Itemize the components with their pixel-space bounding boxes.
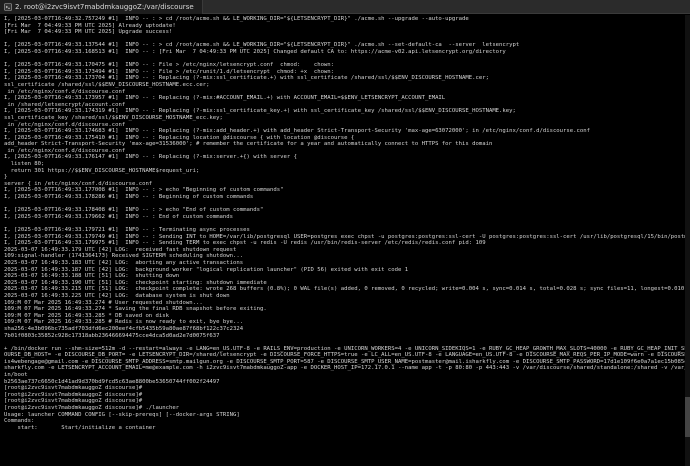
terminal-line: server { in /etc/nginx/conf.d/discourse.… — [4, 180, 153, 187]
terminal-line: in /etc/nginx/conf.d/discourse.conf — [4, 88, 126, 95]
terminal-line: sharkfly.com -e LETSENCRYPT_ACCOUNT_EMAI… — [4, 365, 690, 372]
terminal-line: 2025-03-07 16:49:33.187 UTC [42] LOG: ba… — [4, 266, 409, 273]
terminal-line: I, [2025-03-07T16:49:33.174319 #1] INFO … — [4, 108, 516, 115]
terminal-line: I, [2025-03-07T16:49:33.179749 #1] INFO … — [4, 233, 690, 240]
terminal-line: [Fri Mar 7 04:49:33 PM UTC 2025] Already… — [4, 22, 176, 29]
terminal-line: [root@i2zvc9isvt7mabdmkauggoZ discourse]… — [4, 405, 180, 412]
terminal-line: 2025-03-07 16:49:33.183 UTC [42] LOG: ab… — [4, 259, 244, 266]
terminal-line: I, [2025-03-07T16:49:32.757249 #1] INFO … — [4, 16, 469, 22]
terminal-line: [root@i2zvc9isvt7mabdmkauggoZ discourse]… — [4, 391, 143, 398]
terminal-line: in /shared/letsencrypt/account.conf — [4, 101, 126, 108]
terminal-line: 109:M 07 Mar 2025 16:49:33.274 # User re… — [4, 299, 203, 306]
terminal-line: 109:M 07 Mar 2025 16:49:33.285 # Redis i… — [4, 319, 244, 326]
terminal-line: OURSE_DB_HOST= -e DISCOURSE_DB_PORT= -e … — [4, 352, 690, 359]
terminal-line: [root@i2zvc9isvt7mabdmkauggoZ discourse]… — [4, 385, 143, 392]
terminal-line: I, [2025-03-07T16:49:33.173494 #1] INFO … — [4, 68, 335, 75]
terminal-line: 109:M 07 Mar 2025 16:49:33.274 * Saving … — [4, 306, 267, 313]
terminal-line: I, [2025-03-07T16:49:33.170475 #1] INFO … — [4, 62, 335, 69]
terminal-line: Usage: launcher COMMAND CONFIG [--skip-p… — [4, 411, 240, 418]
terminal-line: 2025-03-07 16:49:33.225 UTC [42] LOG: da… — [4, 292, 230, 299]
terminal-output[interactable]: I, [2025-03-07T16:49:32.757249 #1] INFO … — [0, 15, 690, 466]
terminal-tab[interactable]: 2. root@i2zvc9isvt7mabdmkauggoZ:/var/dis… — [0, 0, 203, 14]
terminal-line: 109:M 07 Mar 2025 16:49:33.285 * DB save… — [4, 312, 170, 319]
terminal-line: in /etc/nginx/conf.d/discourse.conf — [4, 147, 126, 154]
terminal-line: Commands: — [4, 418, 35, 425]
terminal-line: I, [2025-03-07T16:49:33.179721 #1] INFO … — [4, 227, 250, 233]
terminal-line: 109:signal-handler (1741364173) Received… — [4, 253, 244, 260]
tab-label: 2. root@i2zvc9isvt7mabdmkauggoZ:/var/dis… — [15, 2, 194, 11]
terminal-line: I, [2025-03-07T16:49:33.137544 #1] INFO … — [4, 42, 520, 49]
terminal-line: I, [2025-03-07T16:49:33.175410 #1] INFO … — [4, 134, 355, 141]
terminal-line: ssl_certificate /shared/ssl/$$ENV_DISCOU… — [4, 81, 210, 88]
terminal-line: I, [2025-03-07T16:49:33.177008 #1] INFO … — [4, 187, 284, 194]
terminal-icon — [4, 2, 12, 11]
terminal-line: [root@i2zvc9isvt7mabdmkauggoZ discourse]… — [4, 398, 143, 405]
terminal-line: ssl_certificate_key /shared/ssl/$$ENV_DI… — [4, 114, 223, 121]
terminal-line: I, [2025-03-07T16:49:33.174683 #1] INFO … — [4, 128, 590, 135]
terminal-line: 2025-03-07 16:49:33.188 UTC [51] LOG: sh… — [4, 273, 180, 280]
terminal-line: 2025-03-07 16:49:33.179 UTC [42] LOG: re… — [4, 246, 237, 253]
terminal-line: in/boot — [4, 372, 28, 379]
terminal-line: I, [2025-03-07T16:49:33.168513 #1] INFO … — [4, 48, 506, 55]
terminal-line: I, [2025-03-07T16:49:33.179975 #1] INFO … — [4, 240, 486, 247]
terminal-line: return 301 https://$$ENV_DISCOURSE_HOSTN… — [4, 167, 200, 174]
terminal-line: b2563ae737c6650c1d41ad9d370bd9fcd5c63ae8… — [4, 378, 220, 385]
terminal-line: is4webengage@gmail.com -e DISCOURSE_SMTP… — [4, 358, 690, 365]
terminal-line: + /bin/docker run --shm-size=512m -d --r… — [4, 345, 690, 352]
terminal-line: sha256:4e3b096bc735adf703dfd6ec200eef4cf… — [4, 325, 244, 332]
terminal-line: 2025-03-07 16:49:33.215 UTC [51] LOG: ch… — [4, 286, 690, 293]
terminal-line: I, [2025-03-07T16:49:33.173957 #1] INFO … — [4, 95, 446, 102]
tab-bar: 2. root@i2zvc9isvt7mabdmkauggoZ:/var/dis… — [0, 0, 690, 14]
terminal-line: 7b01f0803c35852c928c17318abb236466694475… — [4, 332, 220, 339]
terminal-line: I, [2025-03-07T16:49:33.179662 #1] INFO … — [4, 213, 234, 220]
terminal-line: add_header Strict-Transport-Security 'ma… — [4, 141, 493, 148]
terminal-line: I, [2025-03-07T16:49:33.173704 #1] INFO … — [4, 75, 489, 82]
terminal-line: } — [4, 174, 8, 181]
terminal-line: listen 80; — [4, 161, 45, 168]
terminal-line: start: Start/initialize a container — [4, 424, 156, 431]
scrollbar-thumb[interactable] — [685, 397, 690, 437]
terminal-line: I, [2025-03-07T16:49:33.178286 #1] INFO … — [4, 194, 254, 201]
terminal-line: I, [2025-03-07T16:49:33.178408 #1] INFO … — [4, 207, 264, 214]
terminal-line: [Fri Mar 7 04:49:33 PM UTC 2025] Upgrade… — [4, 29, 173, 36]
terminal-line: I, [2025-03-07T16:49:33.176147 #1] INFO … — [4, 154, 297, 161]
terminal-scrollbar[interactable] — [685, 15, 690, 466]
terminal-line: in /etc/nginx/conf.d/discourse.conf — [4, 121, 126, 128]
terminal-line: 2025-03-07 16:49:33.190 UTC [51] LOG: ch… — [4, 279, 267, 286]
